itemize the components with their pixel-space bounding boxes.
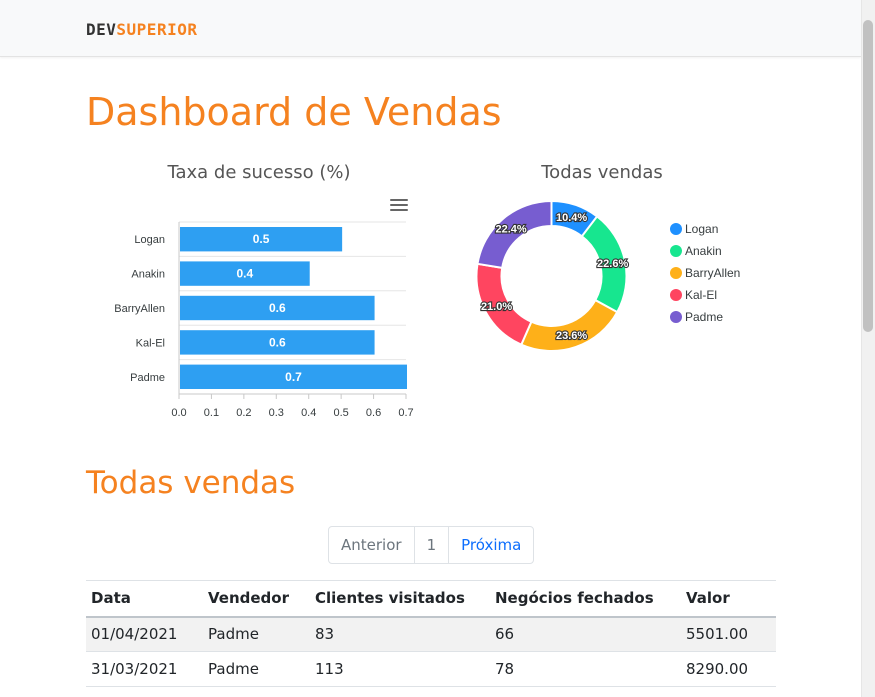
bar-value-label: 0.6 <box>269 335 286 349</box>
table-cell: 5501.00 <box>681 616 776 652</box>
x-tick-label: 0.2 <box>236 407 251 419</box>
bar-padme <box>180 364 407 389</box>
sales-table: Data Vendedor Clientes visitados Negócio… <box>86 580 776 687</box>
donut-percent-label: 21.0% <box>481 301 512 313</box>
legend-label-kal-el: Kal-El <box>685 288 717 302</box>
vertical-scrollbar[interactable] <box>861 0 875 697</box>
table-cell: 01/04/2021 <box>86 616 203 652</box>
pagination-prev-button[interactable]: Anterior <box>329 527 415 563</box>
legend-marker-padme <box>670 311 682 323</box>
bar-category-label: Anakin <box>131 269 165 281</box>
column-header-clientes: Clientes visitados <box>310 580 490 618</box>
bar-value-label: 0.4 <box>237 267 254 281</box>
table-cell: 113 <box>310 651 490 687</box>
donut-slice-anakin <box>580 215 628 314</box>
bar-logan <box>180 227 343 252</box>
donut-percent-label: 22.4% <box>495 223 526 235</box>
legend-label-barryallen: BarryAllen <box>685 266 740 280</box>
bar-value-label: 0.7 <box>285 370 302 384</box>
bar-value-label: 0.5 <box>253 232 270 246</box>
legend-marker-logan <box>670 223 682 235</box>
donut-slice-padme <box>476 199 553 270</box>
legend-label-logan: Logan <box>685 222 718 236</box>
x-tick-label: 0.4 <box>301 407 316 419</box>
donut-percent-label: 22.6% <box>597 258 628 270</box>
bar-category-label: Padme <box>130 372 165 384</box>
donut-slice-kal-el <box>475 262 533 346</box>
brand-logo[interactable]: DEVSUPERIOR <box>86 20 197 39</box>
pagination-page-1[interactable]: 1 <box>415 527 450 563</box>
table-cell: 8290.00 <box>681 651 776 687</box>
brand-logo-dev: DEV <box>86 20 117 39</box>
table-header-row: Data Vendedor Clientes visitados Negócio… <box>86 580 776 618</box>
donut-slice-logan <box>550 199 599 238</box>
navbar: DEVSUPERIOR <box>0 0 861 57</box>
legend-marker-kal-el <box>670 289 682 301</box>
legend-label-padme: Padme <box>685 310 723 324</box>
column-header-negocios: Negócios fechados <box>490 580 681 618</box>
bar-category-label: Logan <box>134 234 165 246</box>
legend-marker-anakin <box>670 245 682 257</box>
donut-slice-barryallen <box>519 298 619 352</box>
table-row: 01/04/2021 Padme 83 66 5501.00 <box>86 616 776 652</box>
bar-chart-title: Taxa de sucesso (%) <box>167 162 351 183</box>
hamburger-menu-icon[interactable] <box>390 199 408 213</box>
column-header-valor: Valor <box>681 580 776 618</box>
x-tick-label: 0.6 <box>366 407 381 419</box>
pagination: Anterior 1 Próxima <box>328 526 535 564</box>
bar-category-label: BarryAllen <box>114 303 165 315</box>
column-header-data: Data <box>86 580 203 618</box>
x-tick-label: 0.3 <box>269 407 284 419</box>
column-header-vendedor: Vendedor <box>203 580 310 618</box>
brand-logo-superior: SUPERIOR <box>116 20 198 39</box>
table-cell: Padme <box>203 616 310 652</box>
bar-value-label: 0.6 <box>269 301 286 315</box>
x-tick-label: 0.5 <box>333 407 348 419</box>
bar-anakin <box>180 261 310 286</box>
table-cell: Padme <box>203 651 310 687</box>
x-tick-label: 0.7 <box>398 407 413 419</box>
table-row: 31/03/2021 Padme 113 78 8290.00 <box>86 651 776 687</box>
scrollbar-thumb[interactable] <box>863 20 873 332</box>
bar-barryallen <box>180 295 375 321</box>
donut-percent-label: 10.4% <box>556 212 587 224</box>
table-cell: 66 <box>490 616 681 652</box>
bar-kal-el <box>180 330 375 355</box>
donut-chart-title: Todas vendas <box>541 162 663 183</box>
sales-section-title: Todas vendas <box>86 465 296 501</box>
table-cell: 78 <box>490 651 681 687</box>
table-cell: 83 <box>310 616 490 652</box>
donut-percent-label: 23.6% <box>556 330 587 342</box>
page-title: Dashboard de Vendas <box>86 90 502 134</box>
bar-category-label: Kal-El <box>136 337 165 349</box>
x-tick-label: 0.0 <box>171 407 186 419</box>
legend-marker-barryallen <box>670 267 682 279</box>
x-tick-label: 0.1 <box>204 407 219 419</box>
legend-label-anakin: Anakin <box>685 244 722 258</box>
pagination-next-button[interactable]: Próxima <box>449 527 533 563</box>
table-cell: 31/03/2021 <box>86 651 203 687</box>
